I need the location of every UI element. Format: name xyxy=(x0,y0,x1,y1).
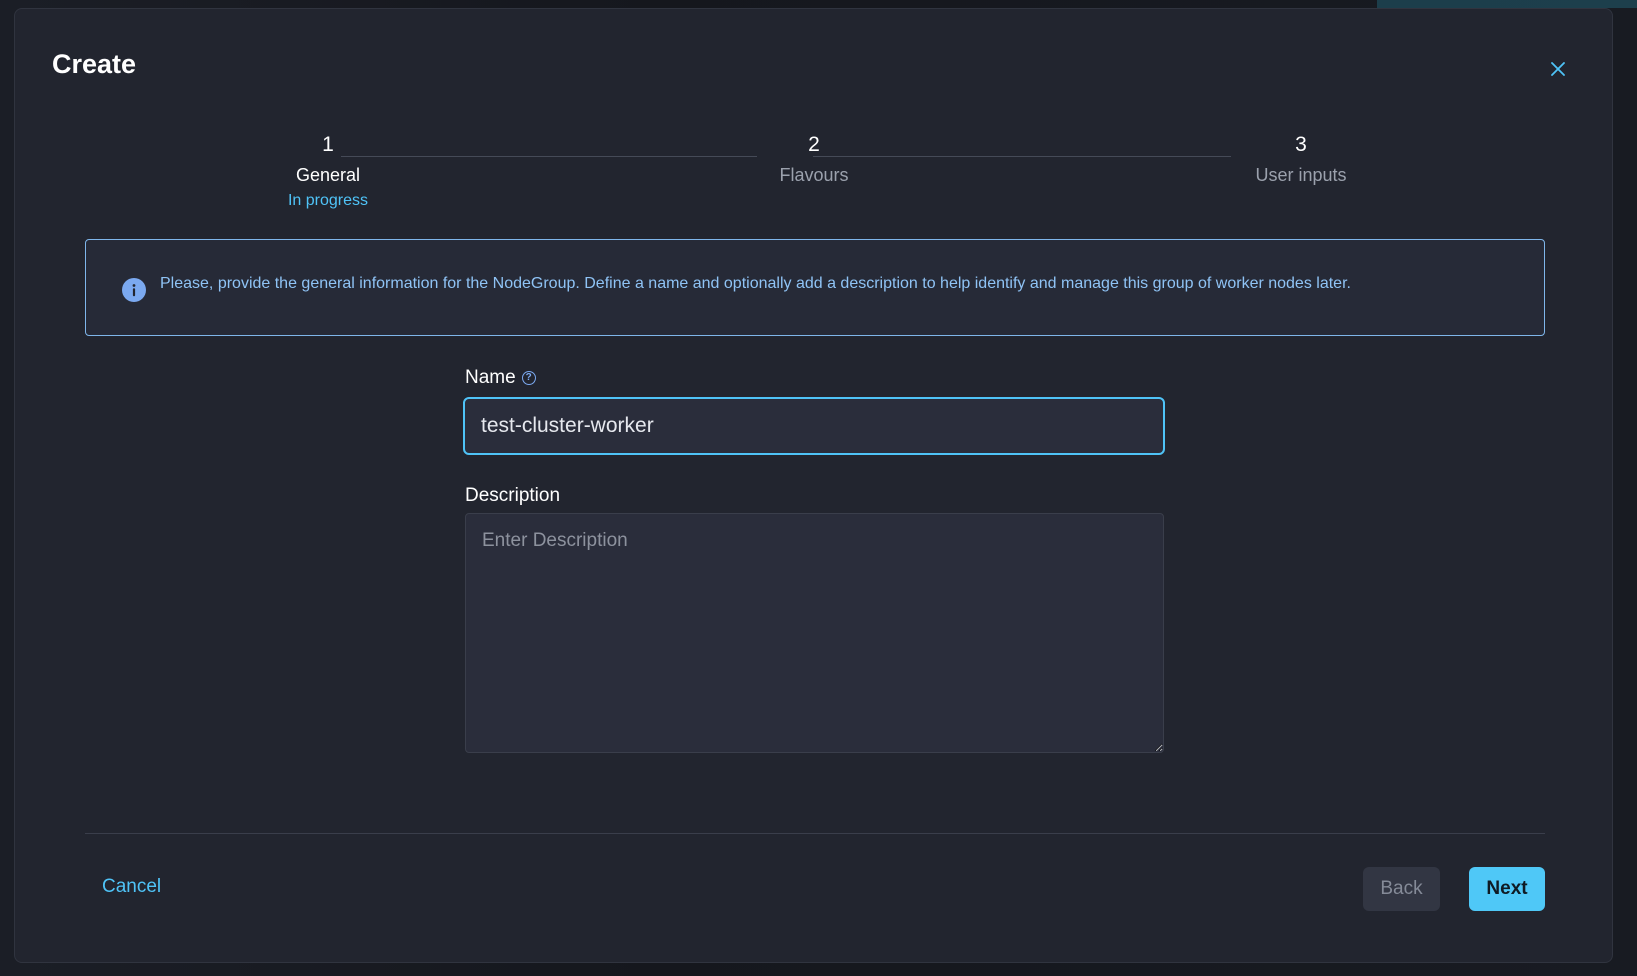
step-flavours: 2 Flavours xyxy=(714,131,914,186)
info-icon xyxy=(122,278,146,302)
step-label: Flavours xyxy=(779,165,849,185)
info-banner: Please, provide the general information … xyxy=(85,239,1545,336)
footer-divider xyxy=(85,833,1545,834)
back-button[interactable]: Back xyxy=(1363,867,1440,911)
close-button[interactable] xyxy=(1544,55,1572,83)
description-label: Description xyxy=(465,485,561,506)
name-label-row: Name ? xyxy=(465,367,536,389)
info-message: Please, provide the general information … xyxy=(160,275,1351,292)
name-label: Name xyxy=(465,367,516,388)
step-number: 1 xyxy=(322,133,334,156)
step-status: In progress xyxy=(287,192,369,209)
help-circle-icon[interactable]: ? xyxy=(521,371,536,385)
step-number: 3 xyxy=(1295,133,1307,156)
cancel-button[interactable]: Cancel xyxy=(98,868,165,906)
step-user-inputs: 3 User inputs xyxy=(1201,131,1401,186)
description-textarea[interactable] xyxy=(465,513,1164,753)
step-number: 2 xyxy=(808,133,820,156)
create-dialog: Create 1 General In progress 2 Flavours … xyxy=(14,8,1613,963)
description-label-row: Description xyxy=(465,485,560,507)
next-button[interactable]: Next xyxy=(1469,867,1545,911)
dialog-title: Create xyxy=(52,49,137,79)
close-icon xyxy=(1551,62,1565,76)
step-label: User inputs xyxy=(1255,165,1347,185)
step-label: General xyxy=(295,165,361,185)
step-general: 1 General In progress xyxy=(228,131,428,210)
name-input[interactable] xyxy=(463,397,1165,455)
backdrop-accent xyxy=(1377,0,1637,8)
